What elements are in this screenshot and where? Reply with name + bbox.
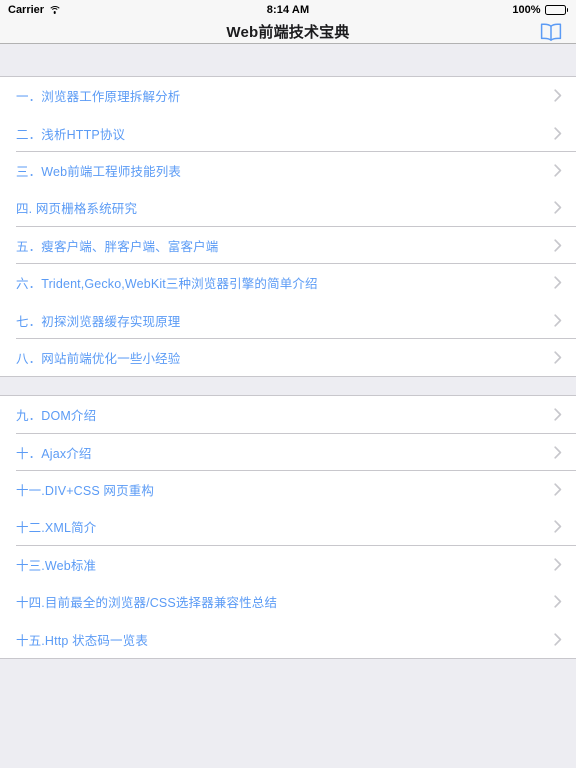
status-bar-time: 8:14 AM	[266, 4, 310, 16]
table-section-2: 九．DOM介绍 十．Ajax介绍 十一.DIV+CSS 网页重构 十二.XML简…	[0, 395, 576, 659]
list-item-label: 十三.Web标准	[16, 558, 97, 573]
chevron-right-icon	[554, 520, 562, 534]
list-item-label: 五．瘦客户端、胖客户端、富客户端	[16, 239, 219, 254]
chevron-right-icon	[554, 239, 562, 252]
chevron-right-icon	[554, 164, 562, 177]
list-item[interactable]: 十．Ajax介绍	[0, 433, 576, 472]
list-item-label: 八．网站前端优化一些小经验	[16, 351, 181, 366]
section-header-spacer-1	[0, 44, 576, 76]
chevron-right-icon	[554, 126, 562, 140]
navigation-bar: Web前端技术宝典	[0, 20, 576, 44]
list-item[interactable]: 十五.Http 状态码一览表	[0, 620, 576, 658]
list-item-label: 十五.Http 状态码一览表	[16, 633, 148, 648]
chevron-right-icon	[554, 276, 562, 289]
battery-icon	[544, 5, 568, 15]
list-item[interactable]: 二．浅析HTTP协议	[0, 114, 576, 153]
list-item-label: 三．Web前端工程师技能列表	[16, 164, 182, 179]
chevron-right-icon	[554, 408, 562, 421]
chevron-right-icon	[554, 201, 562, 215]
list-item[interactable]: 十四.目前最全的浏览器/CSS选择器兼容性总结	[0, 583, 576, 621]
list-item-label: 九．DOM介绍	[16, 409, 97, 424]
list-item-label: 十一.DIV+CSS 网页重构	[16, 484, 155, 499]
chevron-right-icon	[554, 633, 562, 646]
list-item-label: 七．初探浏览器缓存实现原理	[16, 314, 181, 329]
list-item[interactable]: 八．网站前端优化一些小经验	[0, 338, 576, 377]
list-item-label: 二．浅析HTTP协议	[16, 127, 126, 142]
chevron-right-icon	[554, 595, 562, 608]
list-item[interactable]: 九．DOM介绍	[0, 396, 576, 434]
page-title: Web前端技术宝典	[226, 24, 350, 41]
list-item-label: 四. 网页栅格系统研究	[16, 202, 138, 217]
list-item[interactable]: 十二.XML简介	[0, 508, 576, 547]
chevron-right-icon	[554, 558, 562, 571]
battery-percent-label: 100%	[512, 4, 541, 16]
list-item[interactable]: 四. 网页栅格系统研究	[0, 189, 576, 227]
list-item[interactable]: 三．Web前端工程师技能列表	[0, 151, 576, 190]
list-item[interactable]: 六．Trident,Gecko,WebKit三种浏览器引擎的简单介绍	[0, 263, 576, 302]
list-item[interactable]: 十三.Web标准	[0, 545, 576, 584]
list-item-label: 十四.目前最全的浏览器/CSS选择器兼容性总结	[16, 596, 278, 611]
book-icon	[540, 22, 562, 42]
table-section-1: 一．浏览器工作原理拆解分析 二．浅析HTTP协议 三．Web前端工程师技能列表 …	[0, 76, 576, 378]
status-bar: Carrier 8:14 AM 100%	[0, 0, 576, 20]
chevron-right-icon	[554, 89, 562, 102]
list-item[interactable]: 五．瘦客户端、胖客户端、富客户端	[0, 226, 576, 265]
chevron-right-icon	[554, 351, 562, 364]
table-view[interactable]: 一．浏览器工作原理拆解分析 二．浅析HTTP协议 三．Web前端工程师技能列表 …	[0, 44, 576, 768]
list-item[interactable]: 十一.DIV+CSS 网页重构	[0, 470, 576, 509]
chevron-right-icon	[554, 483, 562, 496]
app-screen: Carrier 8:14 AM 100% Web前端技术宝典 一．浏览器工作原理…	[0, 0, 576, 768]
list-item[interactable]: 一．浏览器工作原理拆解分析	[0, 77, 576, 115]
list-item-label: 一．浏览器工作原理拆解分析	[16, 90, 181, 105]
section-header-spacer-2	[0, 377, 576, 396]
status-bar-right: 100%	[512, 4, 568, 16]
list-item-label: 六．Trident,Gecko,WebKit三种浏览器引擎的简单介绍	[16, 277, 318, 292]
chevron-right-icon	[554, 446, 562, 459]
list-item-label: 十二.XML简介	[16, 521, 97, 536]
list-item[interactable]: 七．初探浏览器缓存实现原理	[0, 301, 576, 340]
book-button[interactable]	[540, 22, 562, 42]
list-item-label: 十．Ajax介绍	[16, 446, 92, 461]
chevron-right-icon	[554, 313, 562, 327]
